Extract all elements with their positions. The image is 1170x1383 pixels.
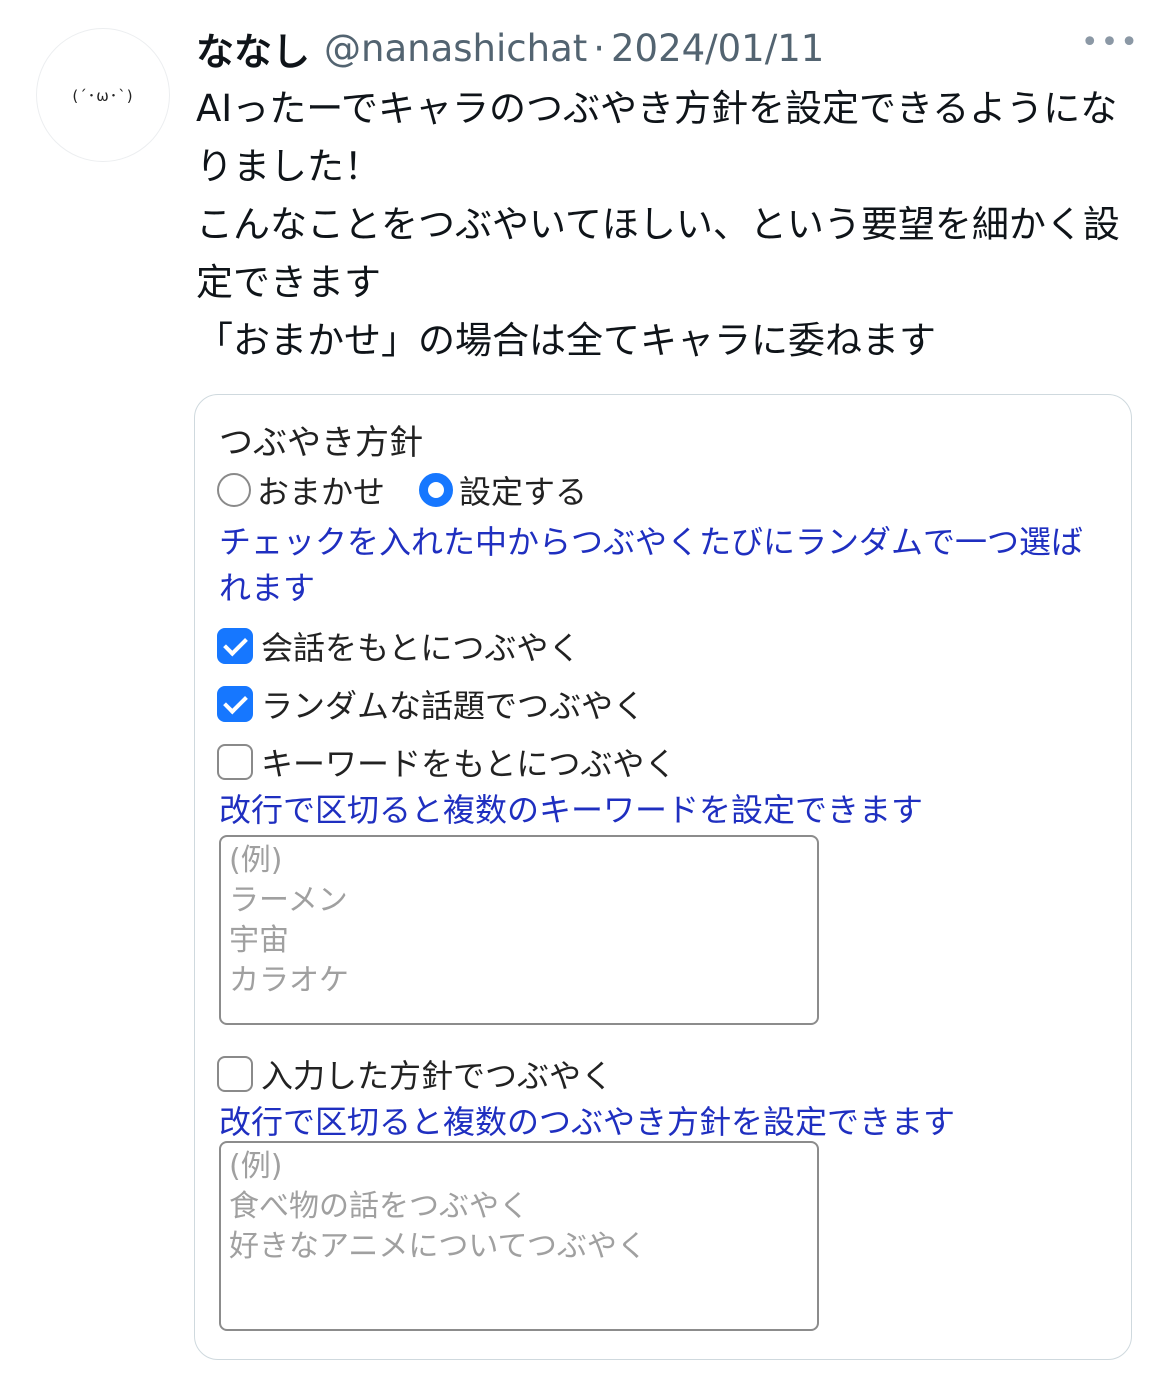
avatar-text: (´･ω･`) [72, 86, 134, 105]
radio-settei-label[interactable]: 設定する [459, 467, 587, 513]
section-title: つぶやき方針 [219, 423, 423, 463]
display-name[interactable]: ななし [196, 21, 310, 76]
radio-omakase-label[interactable]: おまかせ [257, 467, 385, 513]
checkbox-custom-policy[interactable] [217, 1056, 253, 1092]
tweet-header: ななし @nanashichat · 2024/01/11 ••• [196, 22, 1140, 74]
option-random-topic[interactable]: ランダムな話題でつぶやく [217, 681, 645, 727]
radio-settei[interactable] [419, 473, 454, 507]
option-conversation-label[interactable]: 会話をもとにつぶやく [261, 623, 580, 669]
separator-dot: · [593, 26, 606, 70]
keyword-textarea[interactable]: (例) ラーメン 宇宙 カラオケ [219, 835, 819, 1025]
option-keyword[interactable]: キーワードをもとにつぶやく [217, 739, 676, 785]
mode-radio-group: おまかせ 設定する [217, 467, 587, 513]
policy-hint: 改行で区切ると複数のつぶやき方針を設定できます [219, 1103, 956, 1141]
more-options-icon[interactable]: ••• [1081, 28, 1140, 58]
option-custom-policy[interactable]: 入力した方針でつぶやく [217, 1051, 613, 1097]
embedded-image-card[interactable]: つぶやき方針 おまかせ 設定する チェックを入れた中からつぶやくたびにランダムで… [194, 394, 1132, 1360]
keyword-hint: 改行で区切ると複数のキーワードを設定できます [219, 791, 924, 829]
tweet-date[interactable]: 2024/01/11 [611, 27, 824, 70]
policy-textarea[interactable]: (例) 食べ物の話をつぶやく 好きなアニメについてつぶやく [219, 1141, 819, 1331]
checkbox-keyword[interactable] [217, 744, 253, 780]
avatar[interactable]: (´･ω･`) [36, 28, 170, 162]
option-conversation[interactable]: 会話をもとにつぶやく [217, 623, 580, 669]
radio-omakase[interactable] [217, 473, 251, 507]
user-handle[interactable]: @nanashichat [324, 27, 587, 70]
option-custom-policy-label[interactable]: 入力した方針でつぶやく [261, 1051, 613, 1097]
option-keyword-label[interactable]: キーワードをもとにつぶやく [261, 739, 676, 785]
tweet-text: AIったーでキャラのつぶやき方針を設定できるようになりました！ こんなことをつぶ… [196, 87, 1120, 362]
checkbox-random-topic[interactable] [217, 686, 253, 722]
random-selection-hint: チェックを入れた中からつぶやくたびにランダムで一つ選ばれます [219, 523, 1084, 607]
option-random-topic-label[interactable]: ランダムな話題でつぶやく [261, 681, 645, 727]
checkbox-conversation[interactable] [217, 628, 253, 664]
